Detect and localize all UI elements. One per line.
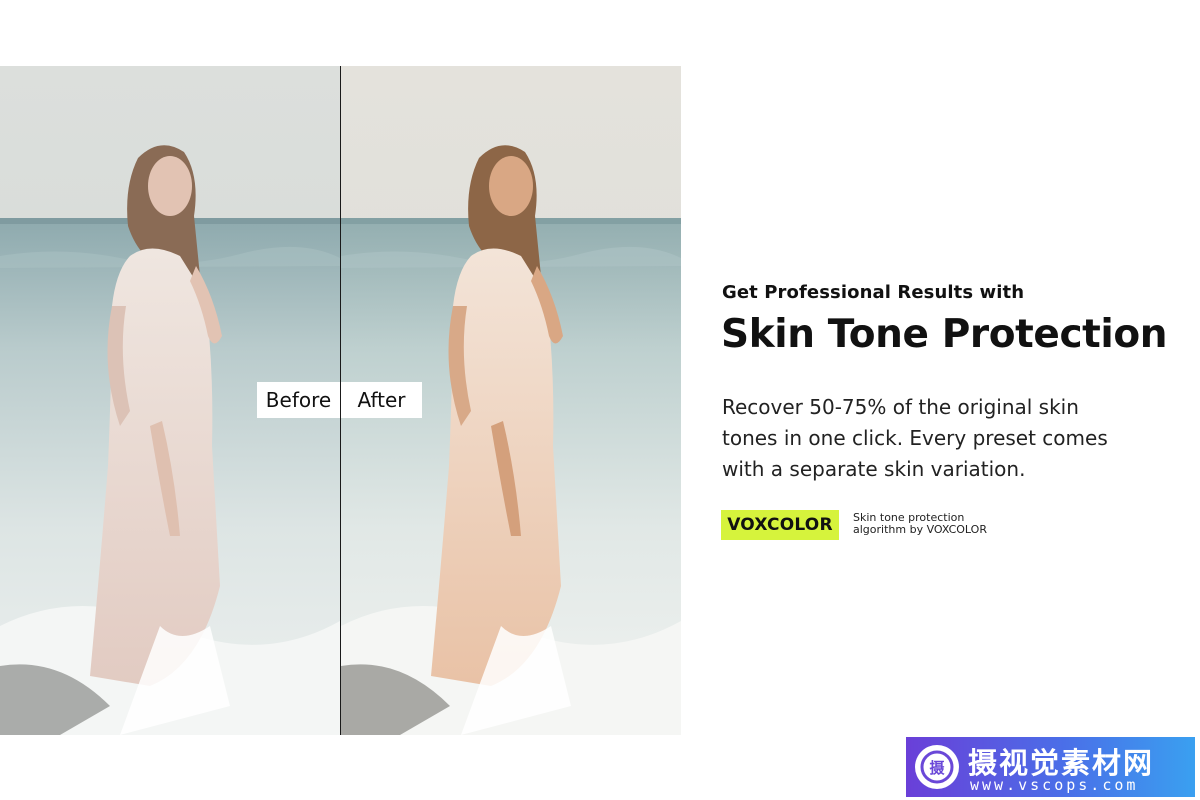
kicker-text: Get Professional Results with <box>722 282 1025 303</box>
description-text: Recover 50-75% of the original skin tone… <box>722 395 1108 481</box>
after-label: After <box>341 382 422 418</box>
page: Before After Get Professional Results wi… <box>0 0 1200 800</box>
watermark-banner: 摄 摄视觉素材网 www.vscops.com <box>906 737 1195 797</box>
headline: Skin Tone Protection <box>721 312 1168 357</box>
watermark-logo-char: 摄 <box>929 759 945 777</box>
watermark-logo-icon: 摄 <box>915 745 959 789</box>
before-label: Before <box>257 382 340 418</box>
before-after-photo: Before After <box>0 66 681 735</box>
brand-badge: VOXCOLOR <box>721 510 839 540</box>
watermark-url: www.vscops.com <box>970 776 1139 794</box>
brand-note: Skin tone protection algorithm by VOXCOL… <box>853 511 987 536</box>
